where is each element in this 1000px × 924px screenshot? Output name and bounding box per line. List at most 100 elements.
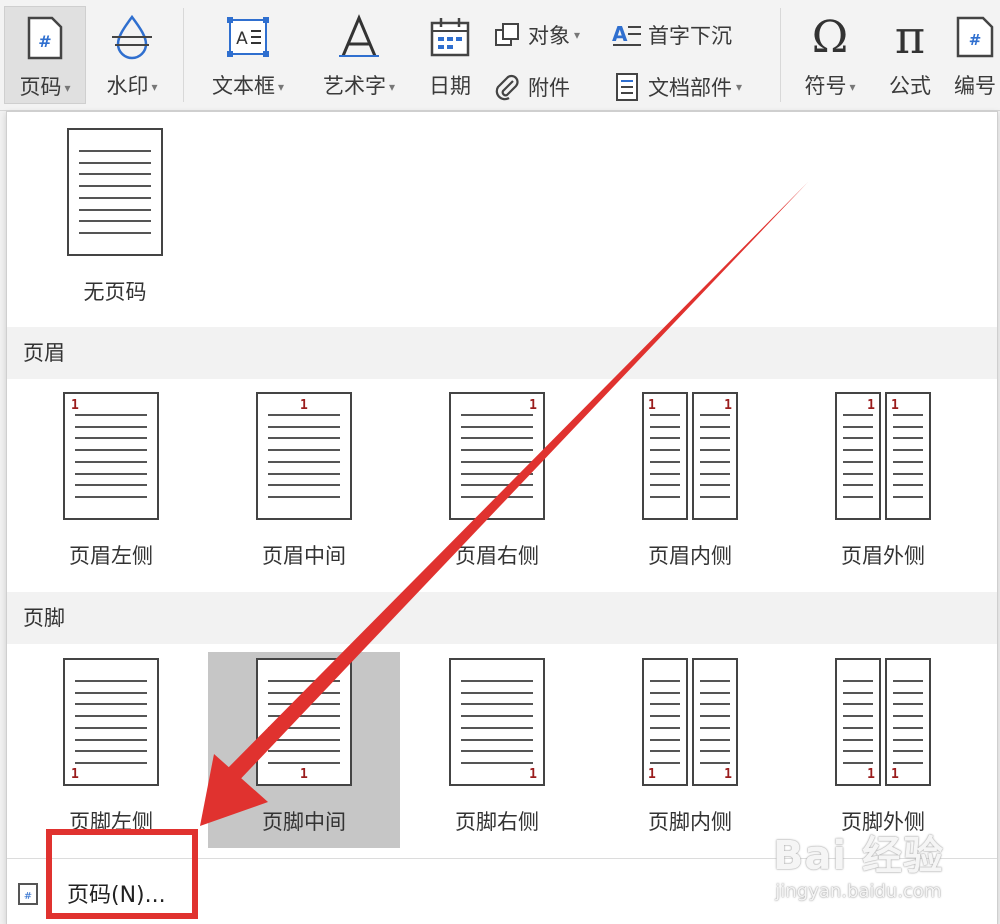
calendar-icon	[422, 6, 478, 68]
omega-icon: Ω	[811, 11, 849, 63]
option-caption: 页眉左侧	[69, 544, 153, 568]
page-number-marker: 1	[300, 398, 308, 413]
drop-cap-button[interactable]: A 首字下沉	[612, 20, 732, 50]
page-number-marker: 1	[529, 398, 537, 413]
page-preview: 1	[449, 392, 545, 520]
chevron-down-icon: ▾	[151, 80, 158, 94]
header-section-title: 页眉	[7, 327, 997, 379]
page-number-dropdown: 无页码 页眉 1 页眉左侧 1 页眉中间 1 页眉右侧 1 1 页眉内侧 1 1…	[6, 111, 998, 924]
formula-label: 公式	[889, 74, 931, 98]
baidu-jingyan-watermark: Bai 经验 jingyan.baidu.com	[773, 823, 944, 902]
word-art-icon	[331, 6, 387, 68]
option-caption: 页脚内侧	[648, 810, 732, 834]
page-preview: 1	[449, 658, 545, 786]
word-art-label: 艺术字	[322, 74, 386, 98]
watermark-label: 水印	[106, 74, 149, 98]
svg-text:#: #	[24, 891, 32, 902]
option-caption: 无页码	[83, 280, 147, 304]
option-caption: 页脚中间	[262, 810, 346, 834]
svg-text:A: A	[612, 22, 628, 46]
symbol-label: 符号	[804, 74, 847, 98]
formula-button[interactable]: π 公式	[878, 6, 942, 100]
attachment-button[interactable]: 附件	[492, 72, 570, 102]
chevron-down-icon: ▾	[849, 80, 856, 94]
word-art-button[interactable]: 艺术字 ▾	[312, 6, 406, 100]
footer-center-option[interactable]: 1 页脚中间	[208, 652, 400, 848]
page-number-button[interactable]: # 页码 ▾	[4, 6, 86, 104]
numbering-label: 编号	[954, 74, 996, 98]
page-number-marker: 1	[71, 398, 79, 413]
date-button[interactable]: 日期	[420, 6, 480, 100]
page-number-marker: 1	[867, 767, 875, 782]
header-inside-option[interactable]: 1 1 页眉内侧	[594, 386, 786, 582]
numbering-button[interactable]: # 编号	[950, 6, 1000, 100]
page-preview	[67, 128, 163, 256]
page-number-marker: 1	[648, 398, 656, 413]
page-number-marker: 1	[529, 767, 537, 782]
watermark-button[interactable]: 水印 ▾	[94, 6, 170, 100]
spread-preview: 1 1	[835, 658, 931, 786]
page-number-marker: 1	[867, 398, 875, 413]
attachment-label: 附件	[528, 76, 570, 100]
spread-preview: 1 1	[642, 658, 738, 786]
page-number-marker: 1	[71, 767, 79, 782]
page-number-marker: 1	[648, 767, 656, 782]
option-caption: 页眉右侧	[455, 544, 539, 568]
svg-text:#: #	[969, 31, 982, 49]
page-number-marker: 1	[891, 398, 899, 413]
page-preview: 1	[256, 658, 352, 786]
drop-cap-icon: A	[612, 20, 642, 50]
option-caption: 页眉中间	[262, 544, 346, 568]
pi-icon: π	[894, 10, 926, 64]
option-caption: 页脚右侧	[455, 810, 539, 834]
page-number-marker: 1	[891, 767, 899, 782]
header-outside-option[interactable]: 1 1 页眉外侧	[787, 386, 979, 582]
symbol-button[interactable]: Ω 符号 ▾	[794, 6, 866, 100]
footer-left-option[interactable]: 1 页脚左侧	[15, 652, 207, 848]
watermark-icon	[104, 6, 160, 68]
header-left-option[interactable]: 1 页眉左侧	[15, 386, 207, 582]
red-highlight-box	[46, 829, 198, 919]
object-icon	[492, 20, 522, 50]
page-number-icon: #	[17, 7, 73, 69]
no-page-number-option[interactable]: 无页码	[19, 122, 211, 318]
page-number-marker: 1	[724, 767, 732, 782]
page-number-marker: 1	[300, 767, 308, 782]
document-parts-icon	[612, 72, 642, 102]
svg-text:#: #	[38, 32, 51, 51]
page-number-label: 页码	[19, 75, 62, 99]
text-box-icon: A	[220, 6, 276, 68]
chevron-down-icon: ▾	[277, 80, 285, 94]
text-box-button[interactable]: A 文本框 ▾	[202, 6, 294, 100]
page-number-marker: 1	[724, 398, 732, 413]
page-preview: 1	[63, 658, 159, 786]
chevron-down-icon: ▾	[64, 81, 71, 95]
numbering-icon: #	[950, 6, 1000, 68]
option-caption: 页眉内侧	[648, 544, 732, 568]
svg-text:A: A	[236, 29, 248, 49]
date-label: 日期	[429, 74, 471, 98]
header-center-option[interactable]: 1 页眉中间	[208, 386, 400, 582]
footer-outside-option[interactable]: 1 1 页脚外侧	[787, 652, 979, 848]
watermark-line1: Bai 经验	[772, 833, 944, 879]
chevron-down-icon: ▾	[736, 80, 743, 94]
footer-section-title: 页脚	[7, 592, 997, 644]
toolbar-divider	[183, 8, 184, 102]
paperclip-icon	[492, 72, 522, 102]
footer-right-option[interactable]: 1 页脚右侧	[401, 652, 593, 848]
watermark-line2: jingyan.baidu.com	[775, 881, 942, 902]
ribbon-toolbar: # 页码 ▾ 水印 ▾ A 文本框 ▾ 艺术字 ▾ 日期 对象 ▾ 附件 A 首…	[0, 0, 1000, 111]
text-box-label: 文本框	[211, 74, 275, 98]
chevron-down-icon: ▾	[574, 28, 581, 42]
spread-preview: 1 1	[642, 392, 738, 520]
footer-inside-option[interactable]: 1 1 页脚内侧	[594, 652, 786, 848]
object-button[interactable]: 对象 ▾	[492, 20, 580, 50]
header-right-option[interactable]: 1 页眉右侧	[401, 386, 593, 582]
page-preview: 1	[256, 392, 352, 520]
page-preview: 1	[63, 392, 159, 520]
drop-cap-label: 首字下沉	[648, 24, 732, 48]
page-number-settings-icon: #	[17, 880, 43, 906]
doc-parts-label: 文档部件	[648, 76, 732, 100]
doc-parts-button[interactable]: 文档部件 ▾	[612, 72, 742, 102]
object-label: 对象	[528, 24, 570, 48]
